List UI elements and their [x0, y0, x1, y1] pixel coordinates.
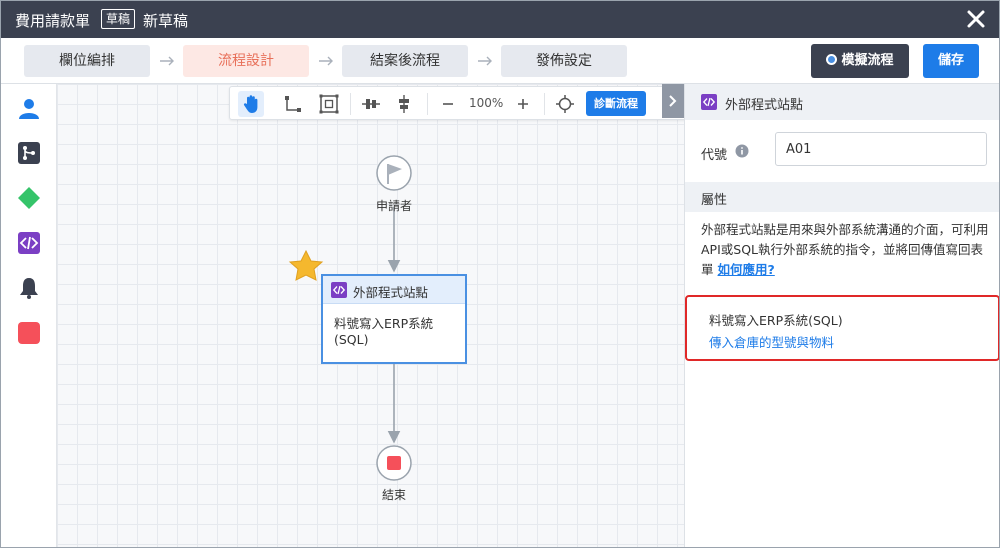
code-icon — [331, 282, 347, 298]
end-stop-icon[interactable] — [17, 321, 41, 345]
code-label: 代號 — [701, 148, 728, 163]
node-palette — [1, 84, 57, 547]
help-link[interactable]: 如何應用? — [718, 262, 775, 277]
app-window: 費用請款單 草稿 新草稿 欄位編排 流程設計 結案後流程 發佈設定 模擬流程 儲… — [0, 0, 1000, 548]
external-program-description[interactable]: 傳入倉庫的型號與物料 — [709, 332, 834, 351]
node-body: 料號寫入ERP系統(SQL) — [334, 316, 434, 347]
node-header: 外部程式站點 — [323, 276, 465, 304]
tab-publish-settings[interactable]: 發佈設定 — [501, 45, 627, 77]
description: 外部程式站點是用來與外部系統溝通的介面，可利用API或SQL執行外部系統的指令，… — [701, 222, 989, 277]
close-icon[interactable] — [965, 8, 987, 30]
end-node-label: 結束 — [381, 488, 406, 502]
radio-icon — [826, 54, 838, 65]
star-icon — [288, 249, 324, 281]
info-icon[interactable] — [735, 144, 749, 158]
simulate-flow-button[interactable]: 模擬流程 — [811, 44, 909, 78]
tab-post-close-flow[interactable]: 結案後流程 — [342, 45, 468, 77]
user-icon[interactable] — [17, 96, 41, 120]
branch-icon[interactable] — [17, 141, 41, 165]
status-badge: 草稿 — [101, 9, 136, 29]
arrow-right-icon — [478, 56, 492, 66]
form-name: 費用請款單 — [15, 12, 91, 30]
code-icon — [701, 94, 717, 110]
end-node[interactable] — [376, 445, 412, 481]
node-title: 外部程式站點 — [353, 285, 429, 300]
properties-panel: 外部程式站點 代號 屬性 外部程式站點是用來與外部系統溝通的介面，可利用API或… — [684, 84, 999, 547]
save-button[interactable]: 儲存 — [923, 44, 979, 78]
panel-header: 外部程式站點 — [685, 84, 999, 120]
code-input[interactable] — [775, 132, 987, 166]
flow-canvas[interactable]: 100% 診斷流程 申請者 結束 外部程式站點 料號寫入ERP系統(SQL) — [57, 84, 704, 547]
panel-title: 外部程式站點 — [725, 98, 804, 113]
tab-flow-design[interactable]: 流程設計 — [183, 45, 309, 77]
external-program-item[interactable]: 料號寫入ERP系統(SQL) 傳入倉庫的型號與物料 — [685, 295, 999, 361]
title-bar: 費用請款單 草稿 新草稿 — [1, 1, 999, 38]
bell-icon[interactable] — [17, 276, 41, 300]
section-title: 屬性 — [701, 193, 728, 208]
step-bar: 欄位編排 流程設計 結案後流程 發佈設定 模擬流程 儲存 — [1, 38, 999, 84]
code-icon[interactable] — [17, 231, 41, 255]
external-program-name: 料號寫入ERP系統(SQL) — [709, 313, 843, 328]
condition-diamond-icon[interactable] — [17, 186, 41, 210]
chevron-right-icon[interactable] — [662, 84, 684, 118]
draft-name: 新草稿 — [143, 12, 189, 30]
start-node[interactable] — [376, 155, 412, 191]
arrow-right-icon — [160, 56, 174, 66]
arrow-right-icon — [319, 56, 333, 66]
start-node-label: 申請者 — [375, 199, 412, 213]
external-program-node[interactable]: 外部程式站點 料號寫入ERP系統(SQL) — [321, 274, 467, 364]
tab-field-layout[interactable]: 欄位編排 — [24, 45, 150, 77]
section-header: 屬性 — [685, 182, 999, 212]
